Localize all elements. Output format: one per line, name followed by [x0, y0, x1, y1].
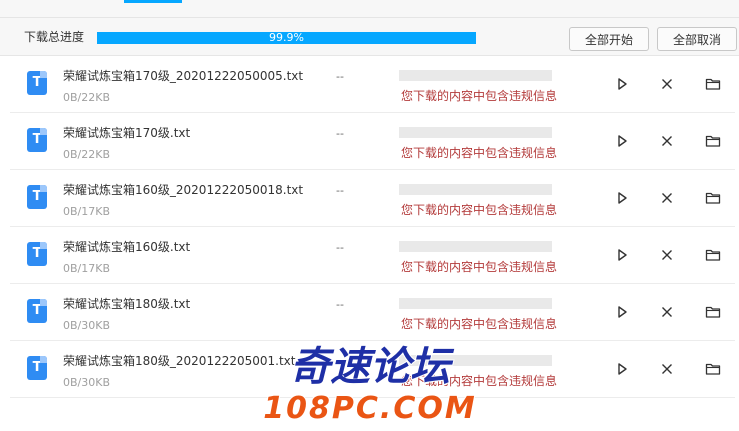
download-speed: --: [336, 70, 344, 83]
file-size: 0B/30KB: [63, 319, 111, 332]
redacted-path: [399, 184, 552, 195]
file-name: 荣耀试炼宝箱180级.txt: [63, 297, 191, 311]
play-icon[interactable]: [614, 304, 630, 320]
download-speed: --: [336, 127, 344, 140]
redacted-path: [399, 70, 552, 81]
download-row[interactable]: T 荣耀试炼宝箱170级.txt 0B/22KB -- 您下载的内容中包含违规信息: [10, 113, 735, 170]
file-name: 荣耀试炼宝箱160级.txt: [63, 240, 191, 254]
file-size: 0B/17KB: [63, 262, 111, 275]
play-icon[interactable]: [614, 361, 630, 377]
txt-file-icon: T: [27, 128, 47, 152]
folder-icon[interactable]: [705, 190, 721, 206]
download-row[interactable]: T 荣耀试炼宝箱170级_20201222050005.txt 0B/22KB -- 您…: [10, 56, 735, 113]
txt-file-icon: T: [27, 299, 47, 323]
error-message: 您下载的内容中包含违规信息: [401, 317, 558, 331]
start-all-button[interactable]: 全部开始: [569, 27, 649, 51]
close-icon[interactable]: [659, 76, 675, 92]
redacted-path: [399, 127, 552, 138]
file-icon-letter: T: [32, 189, 42, 204]
file-name: 荣耀试炼宝箱170级.txt: [63, 126, 191, 140]
folder-icon[interactable]: [705, 361, 721, 377]
download-speed: --: [336, 241, 344, 254]
txt-file-icon: T: [27, 71, 47, 95]
close-icon[interactable]: [659, 247, 675, 263]
error-message: 您下载的内容中包含违规信息: [401, 89, 558, 103]
download-row[interactable]: T 荣耀试炼宝箱180级_2020122205001.txt 0B/30KB -- 您下…: [10, 341, 735, 398]
file-icon-letter: T: [32, 303, 42, 318]
error-message: 您下载的内容中包含违规信息: [401, 260, 558, 274]
file-size: 0B/22KB: [63, 91, 111, 104]
redacted-path: [399, 298, 552, 309]
file-icon-letter: T: [32, 360, 42, 375]
download-speed: --: [336, 298, 344, 311]
file-icon-letter: T: [32, 246, 42, 261]
play-icon[interactable]: [614, 76, 630, 92]
download-row[interactable]: T 荣耀试炼宝箱180级.txt 0B/30KB -- 您下载的内容中包含违规信息: [10, 284, 735, 341]
close-icon[interactable]: [659, 361, 675, 377]
redacted-path: [399, 241, 552, 252]
error-message: 您下载的内容中包含违规信息: [401, 374, 558, 388]
error-message: 您下载的内容中包含违规信息: [401, 146, 558, 160]
download-speed: --: [336, 184, 344, 197]
play-icon[interactable]: [614, 133, 630, 149]
txt-file-icon: T: [27, 185, 47, 209]
download-row[interactable]: T 荣耀试炼宝箱160级_20201222050018.txt 0B/17KB -- 您…: [10, 170, 735, 227]
progress-header: 下载总进度 99.9% 全部开始 全部取消: [0, 18, 739, 56]
txt-file-icon: T: [27, 356, 47, 380]
total-progress-text: 99.9%: [269, 31, 304, 44]
active-tab-indicator: [124, 0, 182, 3]
file-name: 荣耀试炼宝箱180级_2020122205001.txt: [63, 354, 296, 368]
close-icon[interactable]: [659, 133, 675, 149]
close-icon[interactable]: [659, 304, 675, 320]
download-speed: --: [336, 355, 344, 368]
play-icon[interactable]: [614, 247, 630, 263]
close-icon[interactable]: [659, 190, 675, 206]
folder-icon[interactable]: [705, 76, 721, 92]
download-list: T 荣耀试炼宝箱170级_20201222050005.txt 0B/22KB -- 您…: [10, 56, 735, 398]
error-message: 您下载的内容中包含违规信息: [401, 203, 558, 217]
total-progress-bar: 99.9%: [97, 32, 476, 44]
top-tab-bar: [0, 0, 739, 18]
folder-icon[interactable]: [705, 133, 721, 149]
folder-icon[interactable]: [705, 304, 721, 320]
file-name: 荣耀试炼宝箱160级_20201222050018.txt: [63, 183, 304, 197]
txt-file-icon: T: [27, 242, 47, 266]
file-size: 0B/17KB: [63, 205, 111, 218]
file-size: 0B/22KB: [63, 148, 111, 161]
total-progress-label: 下载总进度: [24, 30, 85, 44]
file-name: 荣耀试炼宝箱170级_20201222050005.txt: [63, 69, 304, 83]
file-size: 0B/30KB: [63, 376, 111, 389]
folder-icon[interactable]: [705, 247, 721, 263]
play-icon[interactable]: [614, 190, 630, 206]
cancel-all-button[interactable]: 全部取消: [657, 27, 737, 51]
file-icon-letter: T: [32, 75, 42, 90]
file-icon-letter: T: [32, 132, 42, 147]
redacted-path: [399, 355, 552, 366]
download-row[interactable]: T 荣耀试炼宝箱160级.txt 0B/17KB -- 您下载的内容中包含违规信息: [10, 227, 735, 284]
